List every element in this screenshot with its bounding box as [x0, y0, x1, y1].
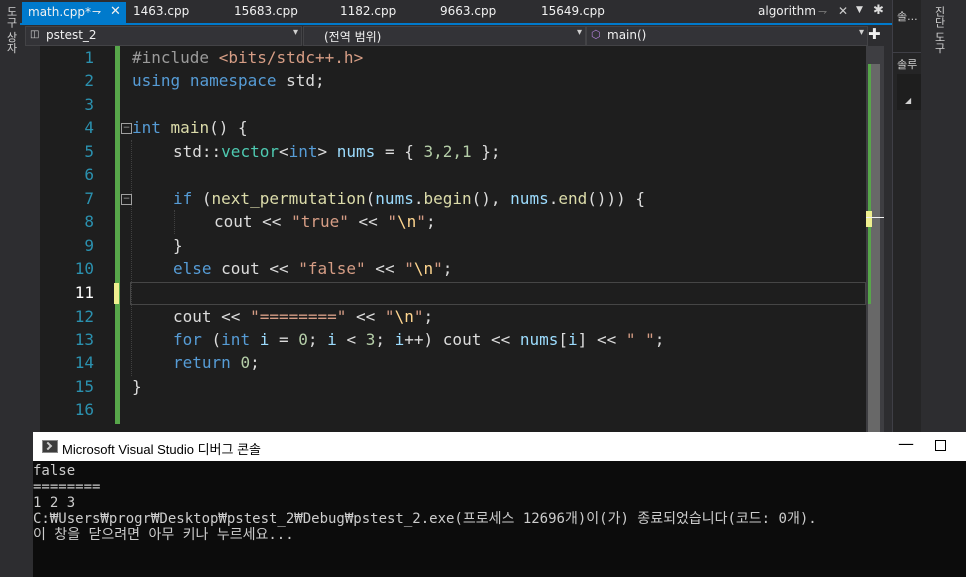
- code-line-5: std::vector<int> nums = { 3,2,1 };: [173, 142, 501, 161]
- chevron-down-icon: ▾: [576, 27, 582, 38]
- panel-tab-label[interactable]: 솔...: [897, 8, 918, 24]
- line-number: 2: [84, 71, 94, 90]
- code-line-7: if (next_permutation(nums.begin(), nums.…: [173, 189, 646, 208]
- unsaved-change-marker: [114, 283, 119, 304]
- console-output-line: 1 2 3: [33, 495, 76, 511]
- tab-1182-cpp[interactable]: 1182.cpp: [340, 4, 396, 22]
- minimize-button[interactable]: —: [898, 434, 914, 453]
- line-number: 7: [84, 189, 94, 208]
- close-icon[interactable]: ✕: [110, 4, 121, 19]
- line-number: 3: [84, 95, 94, 114]
- line-number: 6: [84, 165, 94, 184]
- gear-icon[interactable]: ✱: [873, 3, 884, 18]
- split-handle[interactable]: [866, 46, 884, 62]
- divider: [893, 52, 921, 53]
- tab-9663-cpp[interactable]: 9663.cpp: [440, 4, 496, 22]
- tab-label: math.cpp*: [28, 5, 91, 19]
- code-line-2: using namespace std;: [132, 71, 325, 90]
- maximize-button[interactable]: [935, 440, 946, 451]
- indent-guide: [174, 210, 175, 234]
- line-number: 16: [74, 400, 94, 419]
- scrollbar-unsaved-marker: [866, 211, 872, 227]
- line-number: 1: [84, 48, 94, 67]
- line-number: 4: [84, 118, 94, 137]
- code-line-15: }: [132, 377, 142, 396]
- current-line-highlight: [130, 282, 866, 305]
- chevron-down-icon: ▾: [858, 27, 864, 38]
- console-title: Microsoft Visual Studio 디버그 콘솔: [62, 442, 262, 457]
- code-line-9: }: [173, 236, 183, 255]
- code-line-12: cout << "========" << "\n";: [173, 307, 434, 326]
- scrollbar-change-marker: [868, 64, 871, 304]
- member-name: main(): [607, 28, 647, 42]
- code-line-13: for (int i = 0; i < 3; i++) cout << nums…: [173, 330, 665, 349]
- line-number: 5: [84, 142, 94, 161]
- change-tracking-bar: [115, 46, 120, 424]
- code-line-8: cout << "true" << "\n";: [214, 212, 436, 231]
- member-dropdown[interactable]: ⬡ main() ▾: [586, 26, 868, 46]
- diagnostics-label[interactable]: 진단 도구: [931, 6, 947, 54]
- scope-dropdown[interactable]: (전역 범위) ▾: [303, 26, 586, 46]
- line-number: 9: [84, 236, 94, 255]
- expand-icon[interactable]: ◢: [905, 96, 911, 105]
- collapse-icon[interactable]: −: [121, 123, 132, 134]
- line-number: 15: [74, 377, 94, 396]
- project-icon: ◫: [30, 29, 40, 40]
- line-number: 13: [74, 330, 94, 349]
- code-line-4: int main() {: [132, 118, 248, 137]
- left-toolbox-strip[interactable]: 도구 상자: [0, 0, 20, 577]
- indent-guide: [131, 140, 132, 376]
- line-number: 14: [74, 353, 94, 372]
- console-output-line: false: [33, 463, 76, 479]
- tab-math-cpp[interactable]: math.cpp* ⇁ ✕: [22, 2, 126, 23]
- code-line-10: else cout << "false" << "\n";: [173, 259, 453, 278]
- console-output-line: ========: [33, 479, 101, 495]
- console-output-line: 이 창을 닫으려면 아무 키나 누르세요...: [33, 527, 294, 543]
- toolbox-label[interactable]: 도구 상자: [3, 6, 19, 54]
- collapse-icon[interactable]: −: [121, 194, 132, 205]
- panel-sub-label[interactable]: 솔루: [897, 56, 917, 72]
- tab-dropdown-icon[interactable]: ▼: [856, 5, 863, 15]
- tab-algorithm-preview[interactable]: algorithm: [758, 4, 816, 22]
- line-number: 12: [74, 307, 94, 326]
- function-icon: ⬡: [591, 28, 601, 41]
- console-title-bar[interactable]: Microsoft Visual Studio 디버그 콘솔 —: [33, 432, 966, 461]
- solution-explorer-panel[interactable]: 솔... 솔루 ◢: [892, 0, 921, 432]
- pin-icon[interactable]: ⇁: [818, 5, 827, 18]
- line-number: 10: [74, 259, 94, 278]
- chevron-down-icon: ▾: [292, 27, 298, 38]
- code-editor[interactable]: [40, 46, 866, 432]
- code-line-14: return 0;: [173, 353, 260, 372]
- line-number: 8: [84, 212, 94, 231]
- split-add-icon[interactable]: ✚: [868, 25, 881, 43]
- console-output-line: C:₩Users₩progr₩Desktop₩pstest_2₩Debug₩ps…: [33, 511, 817, 527]
- tab-15683-cpp[interactable]: 15683.cpp: [234, 4, 298, 22]
- code-line-1: #include <bits/stdc++.h>: [132, 48, 364, 67]
- tab-15649-cpp[interactable]: 15649.cpp: [541, 4, 605, 22]
- project-name: pstest_2: [46, 28, 97, 42]
- close-icon[interactable]: ✕: [838, 4, 848, 18]
- pin-icon[interactable]: ⇁: [92, 5, 101, 18]
- scope-name: (전역 범위): [324, 30, 382, 44]
- navigation-bar: ◫ pstest_2 ▾ (전역 범위) ▾ ⬡ main() ▾ ✚: [22, 25, 892, 46]
- line-number-current: 11: [74, 283, 94, 302]
- project-dropdown[interactable]: ◫ pstest_2 ▾: [25, 26, 302, 46]
- scrollbar-caret-marker: [866, 217, 884, 218]
- right-diagnostics-strip[interactable]: 진단 도구: [921, 0, 966, 432]
- tab-1463-cpp[interactable]: 1463.cpp: [133, 4, 189, 22]
- console-icon: [42, 440, 58, 453]
